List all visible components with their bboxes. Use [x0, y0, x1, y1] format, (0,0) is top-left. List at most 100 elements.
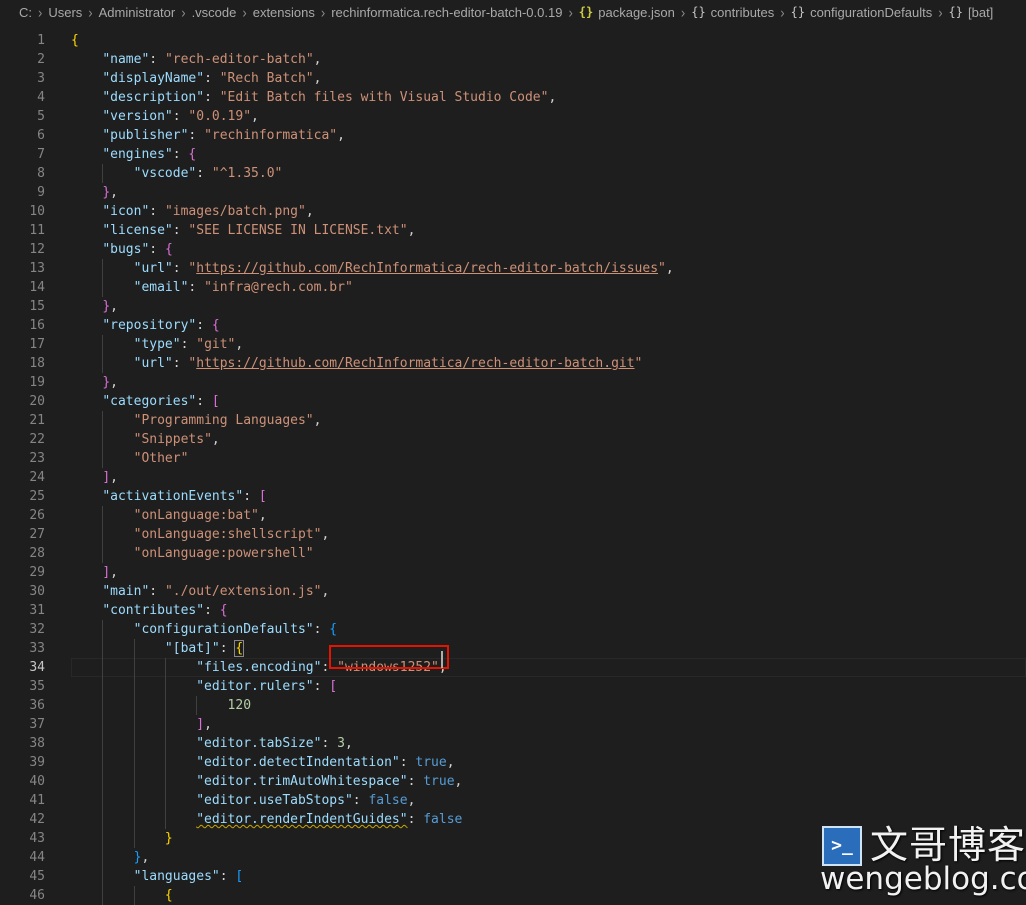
code-text[interactable]: "displayName": "Rech Batch",	[71, 69, 321, 88]
line-number[interactable]: 19	[0, 373, 45, 392]
breadcrumb-item[interactable]: extensions	[253, 5, 315, 20]
line-number[interactable]: 38	[0, 734, 45, 753]
breadcrumb-item[interactable]: [bat]	[968, 5, 993, 20]
code-text[interactable]: "name": "rech-editor-batch",	[71, 50, 321, 69]
code-text[interactable]: "editor.rulers": [	[71, 677, 337, 696]
line-number[interactable]: 9	[0, 183, 45, 202]
line-number[interactable]: 22	[0, 430, 45, 449]
line-number[interactable]: 40	[0, 772, 45, 791]
code-text[interactable]: "editor.tabSize": 3,	[71, 734, 353, 753]
code-text[interactable]: {	[71, 31, 79, 50]
line-number[interactable]: 6	[0, 126, 45, 145]
code-text[interactable]: "icon": "images/batch.png",	[71, 202, 313, 221]
code-text[interactable]: "vscode": "^1.35.0"	[71, 164, 283, 183]
code-text[interactable]: 120	[71, 696, 251, 715]
code-text[interactable]: "editor.detectIndentation": true,	[71, 753, 454, 772]
code-text[interactable]: "editor.renderIndentGuides": false	[71, 810, 462, 829]
line-number[interactable]: 24	[0, 468, 45, 487]
line-number[interactable]: 30	[0, 582, 45, 601]
code-text[interactable]: },	[71, 297, 118, 316]
code-text[interactable]: "Snippets",	[71, 430, 220, 449]
code-text[interactable]: "activationEvents": [	[71, 487, 266, 506]
code-text[interactable]: "onLanguage:shellscript",	[71, 525, 330, 544]
code-text[interactable]: },	[71, 183, 118, 202]
line-number[interactable]: 23	[0, 449, 45, 468]
line-number[interactable]: 4	[0, 88, 45, 107]
code-text[interactable]: },	[71, 848, 150, 867]
code-text[interactable]: "files.encoding": "windows1252",	[71, 658, 446, 677]
code-text[interactable]: "publisher": "rechinformatica",	[71, 126, 345, 145]
code-text[interactable]: {	[71, 886, 173, 905]
code-text[interactable]: "editor.useTabStops": false,	[71, 791, 415, 810]
line-number[interactable]: 25	[0, 487, 45, 506]
code-text[interactable]: "license": "SEE LICENSE IN LICENSE.txt",	[71, 221, 415, 240]
code-text[interactable]: "main": "./out/extension.js",	[71, 582, 329, 601]
line-number[interactable]: 39	[0, 753, 45, 772]
code-text[interactable]: "version": "0.0.19",	[71, 107, 259, 126]
line-number[interactable]: 42	[0, 810, 45, 829]
code-text[interactable]: },	[71, 373, 118, 392]
line-number[interactable]: 32	[0, 620, 45, 639]
code-text[interactable]: ],	[71, 468, 118, 487]
breadcrumb-item[interactable]: contributes	[711, 5, 775, 20]
line-number[interactable]: 7	[0, 145, 45, 164]
line-number[interactable]: 2	[0, 50, 45, 69]
code-text[interactable]: "engines": {	[71, 145, 196, 164]
breadcrumb-item[interactable]: .vscode	[192, 5, 237, 20]
code-text[interactable]: "repository": {	[71, 316, 219, 335]
line-number[interactable]: 20	[0, 392, 45, 411]
code-text[interactable]: }	[71, 829, 173, 848]
code-text[interactable]: "type": "git",	[71, 335, 244, 354]
line-number[interactable]: 14	[0, 278, 45, 297]
code-text[interactable]: "description": "Edit Batch files with Vi…	[71, 88, 556, 107]
line-number[interactable]: 45	[0, 867, 45, 886]
line-number[interactable]: 41	[0, 791, 45, 810]
line-number[interactable]: 15	[0, 297, 45, 316]
breadcrumb-item[interactable]: Users	[48, 5, 82, 20]
code-editor[interactable]: 1 {2 "name": "rech-editor-batch", 3 "displ…	[0, 24, 1026, 905]
code-text[interactable]: "categories": [	[71, 392, 219, 411]
line-number[interactable]: 37	[0, 715, 45, 734]
line-number[interactable]: 5	[0, 107, 45, 126]
code-text[interactable]: "languages": [	[71, 867, 244, 886]
line-number[interactable]: 34	[0, 658, 45, 677]
code-text[interactable]: "[bat]": {	[71, 639, 245, 658]
line-number[interactable]: 10	[0, 202, 45, 221]
line-number[interactable]: 46	[0, 886, 45, 905]
code-text[interactable]: "email": "infra@rech.com.br"	[71, 278, 353, 297]
line-number[interactable]: 21	[0, 411, 45, 430]
code-text[interactable]: "url": "https://github.com/RechInformati…	[71, 354, 643, 373]
code-text[interactable]: "onLanguage:bat",	[71, 506, 267, 525]
code-text[interactable]: ],	[71, 715, 212, 734]
code-text[interactable]: "editor.trimAutoWhitespace": true,	[71, 772, 462, 791]
line-number[interactable]: 28	[0, 544, 45, 563]
line-number[interactable]: 17	[0, 335, 45, 354]
line-number[interactable]: 3	[0, 69, 45, 88]
code-text[interactable]: "Other"	[71, 449, 189, 468]
line-number[interactable]: 26	[0, 506, 45, 525]
code-text[interactable]: "url": "https://github.com/RechInformati…	[71, 259, 674, 278]
breadcrumb-item[interactable]: rechinformatica.rech-editor-batch-0.0.19	[331, 5, 562, 20]
breadcrumb-item[interactable]: Administrator	[99, 5, 176, 20]
line-number[interactable]: 36	[0, 696, 45, 715]
line-number[interactable]: 12	[0, 240, 45, 259]
code-text[interactable]: "Programming Languages",	[71, 411, 322, 430]
line-number[interactable]: 29	[0, 563, 45, 582]
breadcrumb-item[interactable]: C:	[19, 5, 32, 20]
line-number[interactable]: 43	[0, 829, 45, 848]
line-number[interactable]: 31	[0, 601, 45, 620]
breadcrumb-item[interactable]: configurationDefaults	[810, 5, 932, 20]
code-text[interactable]: "bugs": {	[71, 240, 172, 259]
line-number[interactable]: 8	[0, 164, 45, 183]
line-number[interactable]: 16	[0, 316, 45, 335]
line-number[interactable]: 44	[0, 848, 45, 867]
line-number[interactable]: 13	[0, 259, 45, 278]
code-text[interactable]: ],	[71, 563, 118, 582]
line-number[interactable]: 11	[0, 221, 45, 240]
line-number[interactable]: 27	[0, 525, 45, 544]
line-number[interactable]: 18	[0, 354, 45, 373]
code-text[interactable]: "configurationDefaults": {	[71, 620, 338, 639]
breadcrumb-item[interactable]: package.json	[598, 5, 675, 20]
line-number[interactable]: 35	[0, 677, 45, 696]
line-number[interactable]: 1	[0, 31, 45, 50]
